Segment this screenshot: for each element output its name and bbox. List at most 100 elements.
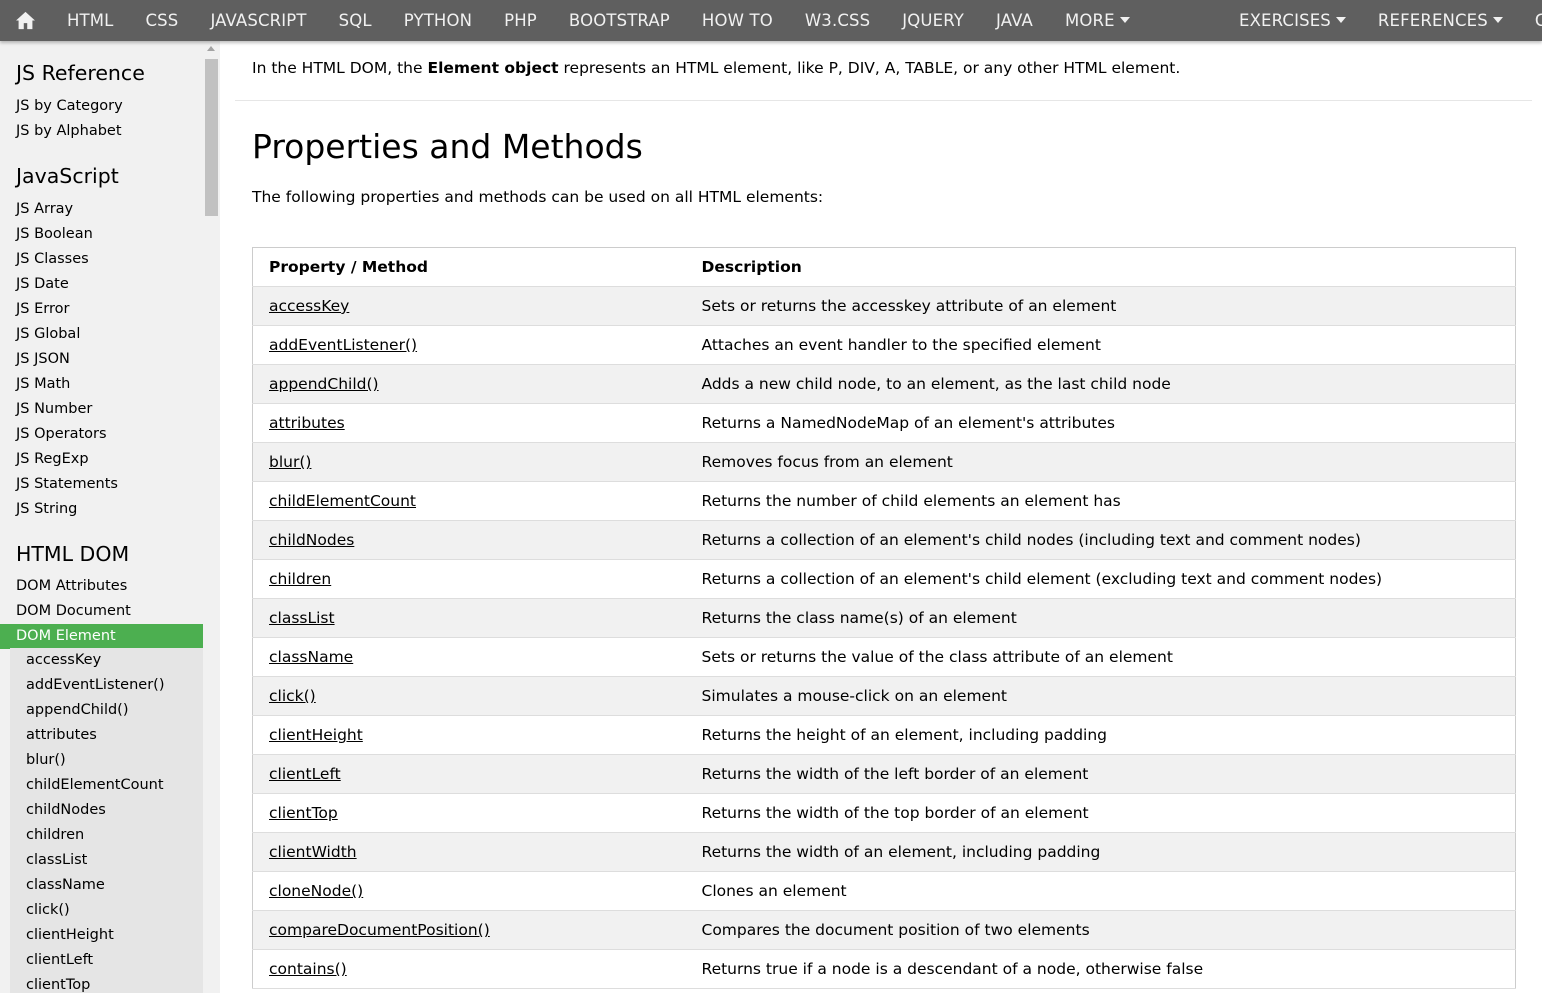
description-cell: Compares the document position of two el… xyxy=(685,910,1516,950)
sidebar-subitem-childnodes[interactable]: childNodes xyxy=(10,798,203,823)
property-link-comparedocumentposition[interactable]: compareDocumentPosition() xyxy=(269,921,490,939)
sidebar-subitem-attributes[interactable]: attributes xyxy=(10,723,203,748)
sidebar-heading-html-dom: HTML DOM xyxy=(16,542,130,566)
sidebar-subitem-accesskey[interactable]: accessKey xyxy=(10,648,203,673)
property-link-attributes[interactable]: attributes xyxy=(269,414,345,432)
sidebar-subitem-clientleft[interactable]: clientLeft xyxy=(10,948,203,973)
sidebar-item-js-array[interactable]: JS Array xyxy=(0,197,203,222)
sidebar-item-js-error[interactable]: JS Error xyxy=(0,297,203,322)
sidebar-scrollbar-thumb[interactable] xyxy=(205,59,218,216)
nav-link-css[interactable]: CSS xyxy=(130,0,195,41)
sidebar-item-js-global[interactable]: JS Global xyxy=(0,322,203,347)
property-link-clonenode[interactable]: cloneNode() xyxy=(269,882,363,900)
property-link-clientleft[interactable]: clientLeft xyxy=(269,765,341,783)
sidebar-item-dom-document[interactable]: DOM Document xyxy=(0,599,203,624)
table-row: compareDocumentPosition() Compares the do… xyxy=(252,910,1516,950)
property-link-clienttop[interactable]: clientTop xyxy=(269,804,338,822)
sidebar-subitem-clientheight[interactable]: clientHeight xyxy=(10,923,203,948)
nav-link-w3-css[interactable]: W3.CSS xyxy=(789,0,886,41)
nav-link-java[interactable]: JAVA xyxy=(980,0,1049,41)
sidebar-item-js-regexp[interactable]: JS RegExp xyxy=(0,447,203,472)
table-row: accessKey Sets or returns the accesskey a… xyxy=(252,286,1516,326)
nav-ce-label: CE xyxy=(1534,11,1542,30)
main-content: In the HTML DOM, the Element object repr… xyxy=(220,41,1542,993)
property-link-classname[interactable]: className xyxy=(269,648,353,666)
sidebar-subitem-blur[interactable]: blur() xyxy=(10,748,203,773)
sidebar-item-js-by-alphabet[interactable]: JS by Alphabet xyxy=(0,119,203,144)
section-description: The following properties and methods can… xyxy=(252,188,824,206)
sidebar-subitem-addeventlistener[interactable]: addEventListener() xyxy=(10,673,203,698)
property-link-childnodes[interactable]: childNodes xyxy=(269,531,354,549)
sidebar-subitem-clienttop[interactable]: clientTop xyxy=(10,973,203,993)
sidebar-subitem-classlist[interactable]: classList xyxy=(10,848,203,873)
intro-bold-term: Element object xyxy=(427,59,559,77)
nav-more-dropdown[interactable]: MORE xyxy=(1049,0,1146,41)
property-link-clientheight[interactable]: clientHeight xyxy=(269,726,363,744)
table-row: classList Returns the class name(s) of an… xyxy=(252,598,1516,638)
property-cell: childNodes xyxy=(252,520,686,560)
sidebar-item-js-boolean[interactable]: JS Boolean xyxy=(0,222,203,247)
table-row: addEventListener() Attaches an event hand… xyxy=(252,325,1516,365)
nav-link-how-to[interactable]: HOW TO xyxy=(686,0,789,41)
description-cell: Returns the class name(s) of an element xyxy=(685,598,1516,638)
nav-secondary-links: EXERCISES REFERENCES CE xyxy=(1223,0,1542,41)
property-link-children[interactable]: children xyxy=(269,570,331,588)
intro-text-end: represents an HTML element, like P, DIV,… xyxy=(558,59,1181,77)
sidebar-item-js-number[interactable]: JS Number xyxy=(0,397,203,422)
table-row: className Sets or returns the value of th… xyxy=(252,637,1516,677)
sidebar-item-dom-attributes[interactable]: DOM Attributes xyxy=(0,574,203,599)
table-row: childElementCount Returns the number of c… xyxy=(252,481,1516,521)
scroll-up-arrow-icon[interactable] xyxy=(207,46,215,51)
property-link-classlist[interactable]: classList xyxy=(269,609,335,627)
property-cell: childElementCount xyxy=(252,481,686,521)
property-link-clientwidth[interactable]: clientWidth xyxy=(269,843,357,861)
property-link-click[interactable]: click() xyxy=(269,687,316,705)
property-cell: clientTop xyxy=(252,793,686,833)
property-link-blur[interactable]: blur() xyxy=(269,453,311,471)
property-link-appendchild[interactable]: appendChild() xyxy=(269,375,379,393)
description-cell: Returns the height of an element, includ… xyxy=(685,715,1516,755)
nav-link-javascript[interactable]: JAVASCRIPT xyxy=(194,0,322,41)
description-cell: Returns a NamedNodeMap of an element's a… xyxy=(685,403,1516,443)
sidebar-item-js-statements[interactable]: JS Statements xyxy=(0,472,203,497)
property-link-contains[interactable]: contains() xyxy=(269,960,347,978)
sidebar-item-js-operators[interactable]: JS Operators xyxy=(0,422,203,447)
sidebar-item-js-math[interactable]: JS Math xyxy=(0,372,203,397)
home-button[interactable] xyxy=(0,0,51,41)
table-row: appendChild() Adds a new child node, to a… xyxy=(252,364,1516,404)
table-row: clientTop Returns the width of the top bo… xyxy=(252,793,1516,833)
property-link-accesskey[interactable]: accessKey xyxy=(269,297,349,315)
nav-link-php[interactable]: PHP xyxy=(488,0,553,41)
caret-down-icon xyxy=(1492,17,1503,23)
nav-ce-dropdown[interactable]: CE xyxy=(1519,0,1542,41)
sidebar-subitem-appendchild[interactable]: appendChild() xyxy=(10,698,203,723)
sidebar-subitem-childelementcount[interactable]: childElementCount xyxy=(10,773,203,798)
property-cell: children xyxy=(252,559,686,599)
sidebar-item-js-date[interactable]: JS Date xyxy=(0,272,203,297)
property-link-childelementcount[interactable]: childElementCount xyxy=(269,492,416,510)
sidebar-heading-js-reference: JS Reference xyxy=(16,61,145,85)
sidebar-item-js-by-category[interactable]: JS by Category xyxy=(0,94,203,119)
sidebar-item-js-string[interactable]: JS String xyxy=(0,497,203,522)
sidebar-item-dom-element[interactable]: DOM Element xyxy=(0,624,203,649)
nav-exercises-label: EXERCISES xyxy=(1239,11,1331,30)
sidebar-subitem-children[interactable]: children xyxy=(10,823,203,848)
property-cell: contains() xyxy=(252,949,686,989)
nav-link-sql[interactable]: SQL xyxy=(323,0,388,41)
description-cell: Returns true if a node is a descendant o… xyxy=(685,949,1516,989)
nav-references-dropdown[interactable]: REFERENCES xyxy=(1362,0,1519,41)
property-link-addeventlistener[interactable]: addEventListener() xyxy=(269,336,417,354)
sidebar-subitem-classname[interactable]: className xyxy=(10,873,203,898)
table-row: childNodes Returns a collection of an ele… xyxy=(252,520,1516,560)
sidebar-subitem-click[interactable]: click() xyxy=(10,898,203,923)
sidebar-item-js-json[interactable]: JS JSON xyxy=(0,347,203,372)
nav-exercises-dropdown[interactable]: EXERCISES xyxy=(1223,0,1362,41)
description-cell: Adds a new child node, to an element, as… xyxy=(685,364,1516,404)
sidebar-item-js-classes[interactable]: JS Classes xyxy=(0,247,203,272)
nav-link-python[interactable]: PYTHON xyxy=(388,0,488,41)
nav-link-html[interactable]: HTML xyxy=(51,0,130,41)
nav-link-bootstrap[interactable]: BOOTSTRAP xyxy=(553,0,686,41)
divider xyxy=(235,100,1532,101)
property-cell: compareDocumentPosition() xyxy=(252,910,686,950)
nav-link-jquery[interactable]: JQUERY xyxy=(886,0,980,41)
